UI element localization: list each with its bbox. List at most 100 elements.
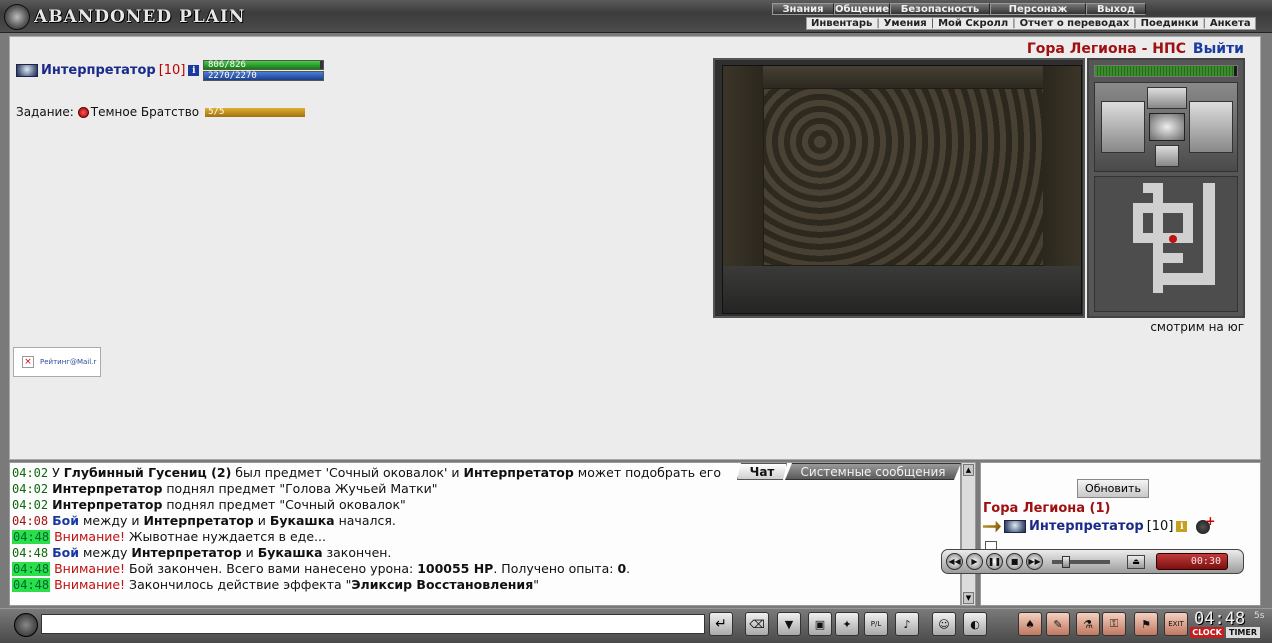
chat-name[interactable]: Интерпретатор (131, 545, 241, 560)
chat-mode-icon[interactable] (14, 613, 38, 637)
chat-name[interactable]: Интерпретатор (52, 481, 162, 496)
quest-progress-bar: 5/5 (205, 107, 306, 117)
chat-text: поднял предмет "Сочный оковалок" (162, 497, 406, 512)
chat-text: поднял предмет "Голова Жучьей Матки" (162, 481, 438, 496)
occupant-info-icon[interactable]: i (1176, 521, 1188, 532)
occupant-name[interactable]: Интерпретатор (1029, 519, 1144, 534)
exit-location-link[interactable]: Выйти (1193, 41, 1244, 57)
timer-mode-label[interactable]: TIMER (1226, 627, 1260, 638)
menu-item-3[interactable]: Персонаж (990, 3, 1086, 15)
chat-name[interactable]: 0 (617, 561, 626, 576)
minimap (1094, 176, 1238, 312)
tab-system-messages[interactable]: Системные сообщения (785, 463, 961, 480)
player-name[interactable]: Интерпретатор (41, 63, 156, 78)
chat-text: может подобрать его (573, 465, 722, 480)
chat-line: 04:48 Внимание! Закончилось действие эфф… (12, 577, 952, 593)
turn-left-button[interactable] (1101, 101, 1145, 153)
scroll-down-icon[interactable]: ▼ (963, 592, 974, 604)
move-back-button[interactable] (1155, 145, 1179, 167)
eject-icon[interactable]: ⏏ (1127, 554, 1145, 569)
chat-timestamp: 04:48 (12, 578, 51, 592)
center-button[interactable] (1149, 113, 1185, 141)
bag-tool-icon[interactable]: ♠ (1018, 612, 1042, 636)
scroll-up-icon[interactable]: ▲ (963, 464, 974, 476)
tab-chat[interactable]: Чат (737, 463, 787, 480)
chat-scrollbar[interactable]: ▲ ▼ (961, 462, 976, 606)
quest-name[interactable]: Темное Братство (91, 105, 199, 119)
rating-badge[interactable]: × Рейтинг@Mail.r (13, 347, 101, 377)
potion-tool-icon[interactable]: ⚗ (1076, 612, 1100, 636)
player-level: [10] (158, 63, 186, 78)
chat-text: У (52, 465, 64, 480)
attack-icon[interactable] (983, 520, 1001, 533)
menu-item-0[interactable]: Знания (772, 3, 834, 15)
facing-direction: смотрим на юг (1150, 320, 1244, 334)
add-friend-icon[interactable] (1196, 514, 1215, 534)
walk-tool-icon[interactable]: ✦ (835, 612, 859, 636)
eraser-tool-icon[interactable]: ⌫ (745, 612, 769, 636)
player-info: Интерпретатор [10] i (16, 63, 200, 78)
helmet-tool-icon[interactable]: ◐ (963, 612, 987, 636)
chat-input[interactable] (41, 614, 705, 634)
chat-name[interactable]: Интерпретатор (52, 497, 162, 512)
clock-mode-label[interactable]: CLOCK (1190, 627, 1224, 638)
submenu-item-4[interactable]: Поединки (1137, 18, 1203, 29)
flag-tool-icon[interactable]: ⚑ (1134, 612, 1158, 636)
chat-text: закончен. (322, 545, 392, 560)
chat-name[interactable]: Интерпретатор (143, 513, 253, 528)
chat-timestamp: 04:02 (12, 498, 49, 512)
rating-text: Рейтинг@Mail.r (40, 358, 97, 366)
menu-item-2[interactable]: Безопасность (890, 3, 990, 15)
menu-item-4[interactable]: Выход (1086, 3, 1146, 15)
prev-icon[interactable]: ◀◀ (946, 553, 963, 570)
mana-text: 2270/2270 (208, 71, 257, 81)
menu-item-1[interactable]: Общение (834, 3, 890, 15)
pause-icon[interactable]: ❚❚ (986, 553, 1003, 570)
stop-icon[interactable]: ■ (1006, 553, 1023, 570)
turn-right-button[interactable] (1189, 101, 1233, 153)
pl-tool-icon[interactable]: P/L (864, 612, 888, 636)
map-cell (1203, 183, 1215, 283)
submenu-item-2[interactable]: Мой Скролл (934, 18, 1012, 29)
lock-tool-icon[interactable]: ⚿ (1102, 612, 1126, 636)
refresh-button[interactable]: Обновить (1077, 479, 1149, 498)
submenu-item-3[interactable]: Отчет о переводах (1016, 18, 1134, 29)
chat-name[interactable]: Интерпретатор (464, 465, 574, 480)
smile-tool-icon[interactable]: ☺ (932, 612, 956, 636)
chat-name[interactable]: Эликсир Восстановления (351, 577, 533, 592)
chat-text: и (241, 545, 258, 560)
chat-text: и (253, 513, 270, 528)
send-button[interactable]: ↵ (709, 612, 733, 636)
chat-text: Закончилось действие эффекта " (125, 577, 352, 592)
chat-name[interactable]: Букашка (270, 513, 335, 528)
play-icon[interactable]: ▶ (966, 553, 983, 570)
info-icon[interactable]: i (188, 65, 200, 76)
chat-log[interactable]: 04:02 У Глубинный Гусениц (2) был предме… (9, 462, 961, 606)
submenu-item-1[interactable]: Умения (880, 18, 931, 29)
scroll-tool-icon[interactable]: ✎ (1046, 612, 1070, 636)
chat-name[interactable]: 100055 HP (417, 561, 493, 576)
media-player: ◀◀ ▶ ❚❚ ■ ▶▶ ⏏ 00:30 (941, 549, 1244, 574)
quest-label: Задание: (16, 105, 74, 119)
chat-text: начался. (334, 513, 396, 528)
music-tool-icon[interactable]: ♪ (895, 612, 919, 636)
move-forward-button[interactable] (1147, 87, 1187, 109)
submenu-item-0[interactable]: Инвентарь (807, 18, 876, 29)
logo: ABANDONED PLAIN (4, 4, 245, 30)
volume-knob[interactable] (1062, 555, 1070, 568)
chat-text: " (533, 577, 539, 592)
save-tool-icon[interactable]: ▣ (808, 612, 832, 636)
submenu-item-5[interactable]: Анкета (1206, 18, 1255, 29)
battle-link[interactable]: Бой (52, 545, 79, 560)
filter-tool-icon[interactable]: ▼ (777, 612, 801, 636)
battle-link[interactable]: Бой (52, 513, 79, 528)
quest-emblem-icon (77, 106, 89, 118)
next-icon[interactable]: ▶▶ (1026, 553, 1043, 570)
volume-slider[interactable] (1052, 555, 1110, 568)
dungeon-viewport[interactable] (713, 58, 1085, 318)
vitals: 806/826 2270/2270 (203, 60, 324, 82)
clock-seconds: 5s (1254, 611, 1265, 621)
chat-name[interactable]: Глубинный Гусениц (2) (64, 465, 232, 480)
chat-name[interactable]: Букашка (258, 545, 323, 560)
exit-tool-icon[interactable]: EXIT (1164, 612, 1188, 636)
